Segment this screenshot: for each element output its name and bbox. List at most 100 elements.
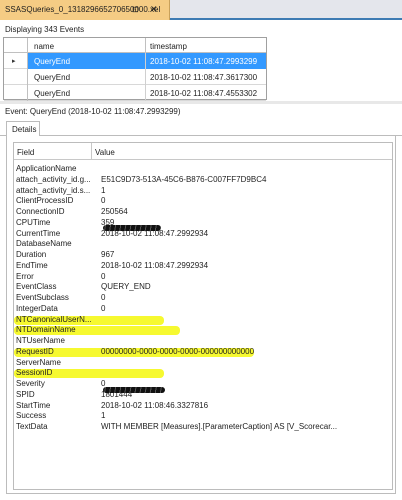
detail-row[interactable]: NTCanonicalUserN... — [14, 314, 392, 325]
detail-field-name: ClientProcessID — [16, 196, 74, 206]
detail-field-value: 00000000-0000-0000-0000-000000000000 — [101, 346, 255, 356]
event-row[interactable]: ▸ QueryEnd 2018-10-02 11:08:47.2993299 — [4, 53, 266, 69]
detail-row[interactable]: EventSubclass 0 — [14, 293, 392, 303]
detail-field-name: DatabaseName — [16, 239, 72, 249]
detail-field-value: 0 — [101, 196, 106, 206]
pin-icon[interactable]: ⊡ — [132, 5, 139, 14]
detail-field-name: ApplicationName — [16, 164, 77, 173]
detail-field-value — [101, 368, 391, 378]
detail-field-name: CurrentTime — [16, 228, 61, 238]
event-timestamp-cell: 2018-10-02 11:08:47.4553302 — [150, 89, 258, 98]
detail-field-value: 0 — [101, 303, 106, 313]
event-name-cell: QueryEnd — [28, 85, 146, 101]
detail-field-name: ServerName — [16, 357, 61, 367]
detail-row[interactable]: TextData WITH MEMBER [Measures].[Paramete… — [14, 422, 392, 432]
detail-row[interactable]: Duration 967 — [14, 250, 392, 260]
detail-field-value: 2018-10-02 11:08:47.2992934 — [101, 260, 209, 270]
details-grid: Field Value ApplicationName attach_activi… — [13, 142, 393, 490]
detail-field-value — [101, 315, 391, 325]
event-detail-title: Event: QueryEnd (2018-10-02 11:08:47.299… — [5, 107, 181, 116]
detail-row[interactable]: attach_activity_id.g... E51C9D73-513A-45C… — [14, 174, 392, 185]
detail-field-value: 0 — [101, 271, 106, 281]
row-selector — [4, 85, 28, 101]
detail-field-value: QUERY_END — [101, 282, 151, 292]
detail-field-value: 967 — [101, 250, 115, 259]
detail-field-name: IntegerData — [16, 303, 58, 313]
detail-field-name: attach_activity_id.s... — [16, 185, 91, 195]
details-grid-header: Field Value — [14, 143, 392, 160]
detail-field-name: attach_activity_id.g... — [16, 174, 91, 184]
detail-row[interactable]: NTUserName — [14, 336, 392, 346]
detail-field-name: Success — [16, 411, 47, 421]
detail-field-value: E51C9D73-513A-45C6-B876-C007FF7D9BC4 — [101, 174, 267, 184]
detail-field-name: NTCanonicalUserN... — [16, 314, 92, 324]
detail-field-name: Severity — [16, 379, 45, 388]
detail-field-name: NTDomainName — [16, 325, 76, 335]
detail-field-name: SPID — [16, 389, 35, 399]
events-grid: name timestamp ▸ QueryEnd 2018-10-02 11:… — [3, 37, 267, 101]
detail-field-name: EndTime — [16, 260, 48, 270]
detail-row[interactable]: Error 0 — [14, 271, 392, 282]
redaction-scribble — [103, 225, 161, 231]
detail-row[interactable]: SessionID — [14, 368, 392, 379]
detail-field-value: 2018-10-02 11:08:46.3327816 — [101, 400, 209, 410]
tab-details[interactable]: Details — [6, 121, 40, 137]
detail-row[interactable]: StartTime 2018-10-02 11:08:46.3327816 — [14, 400, 392, 411]
detail-row[interactable]: CPUTime 359 — [14, 217, 392, 228]
detail-field-value: 0 — [101, 293, 106, 302]
detail-row[interactable]: RequestID 00000000-0000-0000-0000-0000000… — [14, 346, 392, 357]
detail-field-value: 1 — [101, 411, 106, 421]
events-count-label: Displaying 343 Events — [0, 22, 402, 36]
row-selector-icon: ▸ — [4, 53, 28, 69]
detail-row[interactable]: ClientProcessID 0 — [14, 196, 392, 206]
details-panel: Field Value ApplicationName attach_activi… — [6, 136, 396, 494]
event-row[interactable]: QueryEnd 2018-10-02 11:08:47.3617300 — [4, 69, 266, 85]
detail-field-name: SessionID — [16, 368, 53, 378]
detail-field-value — [101, 336, 391, 346]
detail-field-name: NTUserName — [16, 336, 65, 345]
detail-field-name: Error — [16, 271, 34, 281]
detail-row[interactable]: EventClass QUERY_END — [14, 282, 392, 292]
detail-field-value — [101, 239, 391, 249]
column-header-value[interactable]: Value — [92, 143, 392, 160]
redaction-scribble — [103, 387, 165, 393]
detail-field-name: EventClass — [16, 282, 57, 292]
close-icon[interactable]: ✕ — [150, 4, 158, 15]
detail-field-name: RequestID — [16, 346, 54, 356]
detail-field-name: ConnectionID — [16, 207, 65, 216]
detail-row[interactable]: IntegerData 0 — [14, 303, 392, 314]
detail-row[interactable]: DatabaseName — [14, 239, 392, 249]
detail-row[interactable]: CurrentTime 2018-10-02 11:08:47.2992934 — [14, 228, 392, 239]
row-header-corner — [4, 38, 28, 53]
detail-row[interactable]: attach_activity_id.s... 1 — [14, 185, 392, 196]
details-tab-row: Details — [0, 118, 402, 137]
detail-row[interactable]: SPID 1801444 — [14, 389, 392, 400]
column-header-name[interactable]: name — [28, 38, 146, 53]
detail-field-value — [101, 325, 391, 335]
detail-field-value: 250564 — [101, 207, 128, 216]
event-row[interactable]: QueryEnd 2018-10-02 11:08:47.4553302 — [4, 85, 266, 101]
event-timestamp-cell: 2018-10-02 11:08:47.3617300 — [150, 73, 258, 82]
detail-field-name: EventSubclass — [16, 293, 69, 302]
detail-row[interactable]: ServerName — [14, 357, 392, 368]
column-header-timestamp[interactable]: timestamp — [146, 38, 266, 53]
detail-field-name: Duration — [16, 250, 47, 259]
document-tab[interactable]: SSASQueries_0_131829665270650000.xel ⊡ ✕ — [0, 0, 170, 20]
column-header-field[interactable]: Field — [14, 143, 92, 160]
detail-field-value — [101, 164, 391, 174]
detail-row[interactable]: EndTime 2018-10-02 11:08:47.2992934 — [14, 260, 392, 271]
detail-row[interactable]: ApplicationName — [14, 164, 392, 174]
detail-field-value: WITH MEMBER [Measures].[ParameterCaption… — [101, 422, 338, 431]
detail-row[interactable]: NTDomainName — [14, 325, 392, 336]
detail-row[interactable]: Success 1 — [14, 411, 392, 421]
detail-field-name: TextData — [16, 422, 48, 431]
detail-row[interactable]: Severity 0 — [14, 379, 392, 389]
event-name-cell: QueryEnd — [28, 69, 146, 85]
event-name-cell: QueryEnd — [28, 53, 146, 69]
document-tab-strip: SSASQueries_0_131829665270650000.xel ⊡ ✕ — [0, 0, 402, 20]
detail-field-name: CPUTime — [16, 217, 51, 227]
detail-field-name: StartTime — [16, 400, 51, 410]
detail-field-value: 1 — [101, 185, 106, 195]
detail-row[interactable]: ConnectionID 250564 — [14, 207, 392, 217]
detail-field-value — [101, 358, 391, 368]
